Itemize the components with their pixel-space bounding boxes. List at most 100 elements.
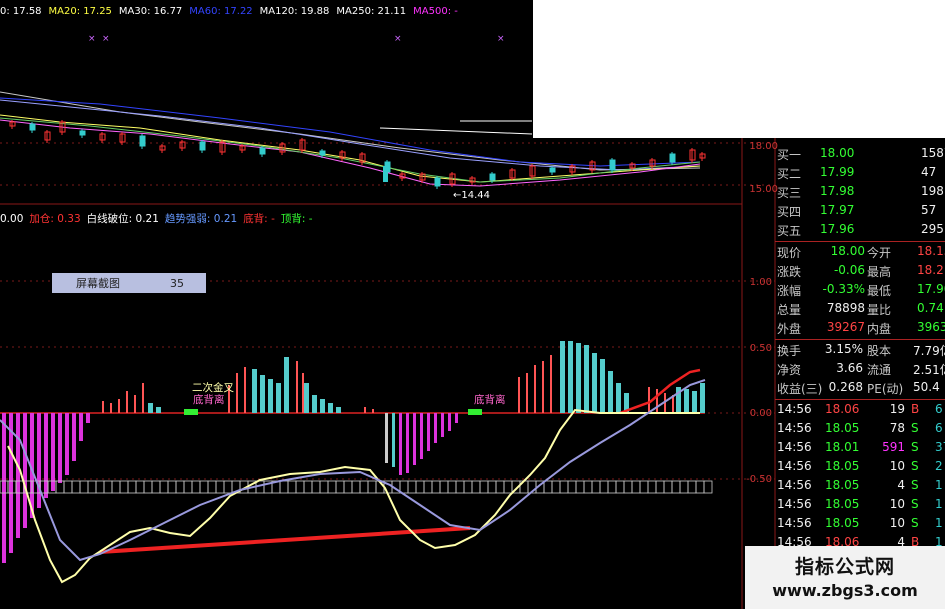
trade-count: 6 (935, 402, 943, 416)
band-cell (287, 480, 297, 494)
signal-marker (468, 409, 482, 415)
band-cell (335, 480, 345, 494)
histogram-bar (434, 413, 437, 443)
order-book-volume: 47 (921, 165, 937, 179)
band-cell (399, 480, 409, 494)
histogram-bar (413, 413, 416, 465)
stats-row: 总量 78898 量比 0.74 (775, 300, 945, 319)
histogram-bar (328, 403, 333, 413)
histogram-bar (51, 413, 55, 491)
trade-count: 1 (935, 497, 943, 511)
trade-time: 14:56 (777, 516, 812, 530)
indicator-legend-item: 加仓: 0.33 (29, 213, 81, 225)
histogram-bar (268, 379, 273, 413)
band-cell (679, 480, 689, 494)
band-cell (103, 480, 113, 494)
histogram-bar (399, 413, 402, 475)
trade-time: 14:56 (777, 459, 812, 473)
trade-time: 14:56 (777, 440, 812, 454)
order-book-label: 买五 (777, 224, 802, 238)
band-cell (367, 480, 377, 494)
histogram-bar (441, 413, 444, 437)
trade-time: 14:56 (777, 497, 812, 511)
band-cell (479, 480, 489, 494)
finance-value: 50.4 (913, 380, 940, 394)
watermark-title: 指标公式网 (794, 556, 895, 578)
histogram-bar (2, 413, 6, 563)
trade-row: 14:56 18.06 19 B 6 (775, 401, 945, 420)
trade-row: 14:56 18.01 591 S 37 (775, 439, 945, 458)
histogram-bar (110, 403, 112, 413)
band-cell (415, 480, 425, 494)
histogram-bar (72, 413, 76, 461)
histogram-bar (252, 369, 257, 413)
panel-separator (775, 339, 945, 340)
histogram-bar (118, 399, 120, 413)
histogram-bar (142, 383, 144, 413)
band-cell (607, 480, 617, 494)
trade-time: 14:56 (777, 402, 812, 416)
histogram-bar (336, 407, 341, 413)
divergence-annotation: 底背离 (474, 394, 506, 406)
slow-line (0, 379, 706, 562)
stat-label: 涨幅 (777, 284, 802, 298)
marker-cross: × (497, 34, 505, 44)
stats-row: 外盘 39267内盘 39631 (775, 319, 945, 338)
band-cell (279, 480, 289, 494)
band-cell (191, 480, 201, 494)
band-cell (431, 480, 441, 494)
candle-body (79, 130, 86, 136)
finance-value: 3.15% (824, 342, 863, 356)
candle-body (609, 159, 616, 171)
trade-price: 18.01 (825, 440, 860, 454)
trade-volume: 4 (897, 478, 905, 492)
stat-value: -0.06 (833, 263, 865, 277)
band-cell (71, 480, 81, 494)
histogram-bar (364, 407, 366, 413)
band-cell (615, 480, 625, 494)
trade-price: 18.06 (825, 402, 860, 416)
band-cell (359, 480, 369, 494)
order-book-row: 买四 17.97 57 (775, 202, 945, 221)
histogram-bar (304, 383, 309, 413)
order-book-row: 买五 17.96 295 (775, 221, 945, 240)
band-cell (583, 480, 593, 494)
band-cell (63, 480, 73, 494)
histogram-bar (16, 413, 20, 538)
order-book-volume: 295 (921, 222, 944, 236)
band-cell (487, 480, 497, 494)
trade-side: S (911, 421, 919, 435)
stat-value: 17.90 (917, 282, 945, 296)
band-cell (175, 480, 185, 494)
trade-volume: 10 (889, 516, 905, 530)
trade-volume: 10 (889, 459, 905, 473)
finance-row: 收益(三) 0.268 PE(动) 50.4 (775, 379, 945, 398)
histogram-bar (656, 389, 658, 413)
histogram-bar (244, 367, 246, 413)
histogram-bar (648, 387, 650, 413)
trade-volume: 78 (889, 421, 905, 435)
finance-value: 2.51亿 (913, 363, 945, 377)
band-cell (663, 480, 673, 494)
histogram-bar (420, 413, 423, 459)
stat-label: 外盘 (777, 322, 802, 336)
finance-label: PE(动) (867, 382, 904, 396)
finance-label: 换手 (777, 344, 802, 358)
tooltip-label: 屏幕截图 (76, 277, 120, 290)
order-book-volume: 1587 (921, 146, 945, 160)
band-cell (423, 480, 433, 494)
panel-separator (775, 241, 945, 242)
quote-panel: 买一18.001587买二17.9947买三17.98198买四17.9757买… (775, 138, 945, 609)
histogram-bar (86, 413, 90, 423)
histogram-bar (526, 373, 528, 413)
histogram-bar (608, 371, 613, 413)
candle-body (434, 177, 441, 187)
band-cell (575, 480, 585, 494)
histogram-bar (576, 343, 581, 413)
finance-value: 3.66 (836, 361, 863, 375)
trade-count: 1 (935, 516, 943, 530)
candle-body (383, 166, 388, 182)
band-cell (695, 480, 705, 494)
trade-side: S (911, 497, 919, 511)
stat-label: 总量 (777, 303, 802, 317)
